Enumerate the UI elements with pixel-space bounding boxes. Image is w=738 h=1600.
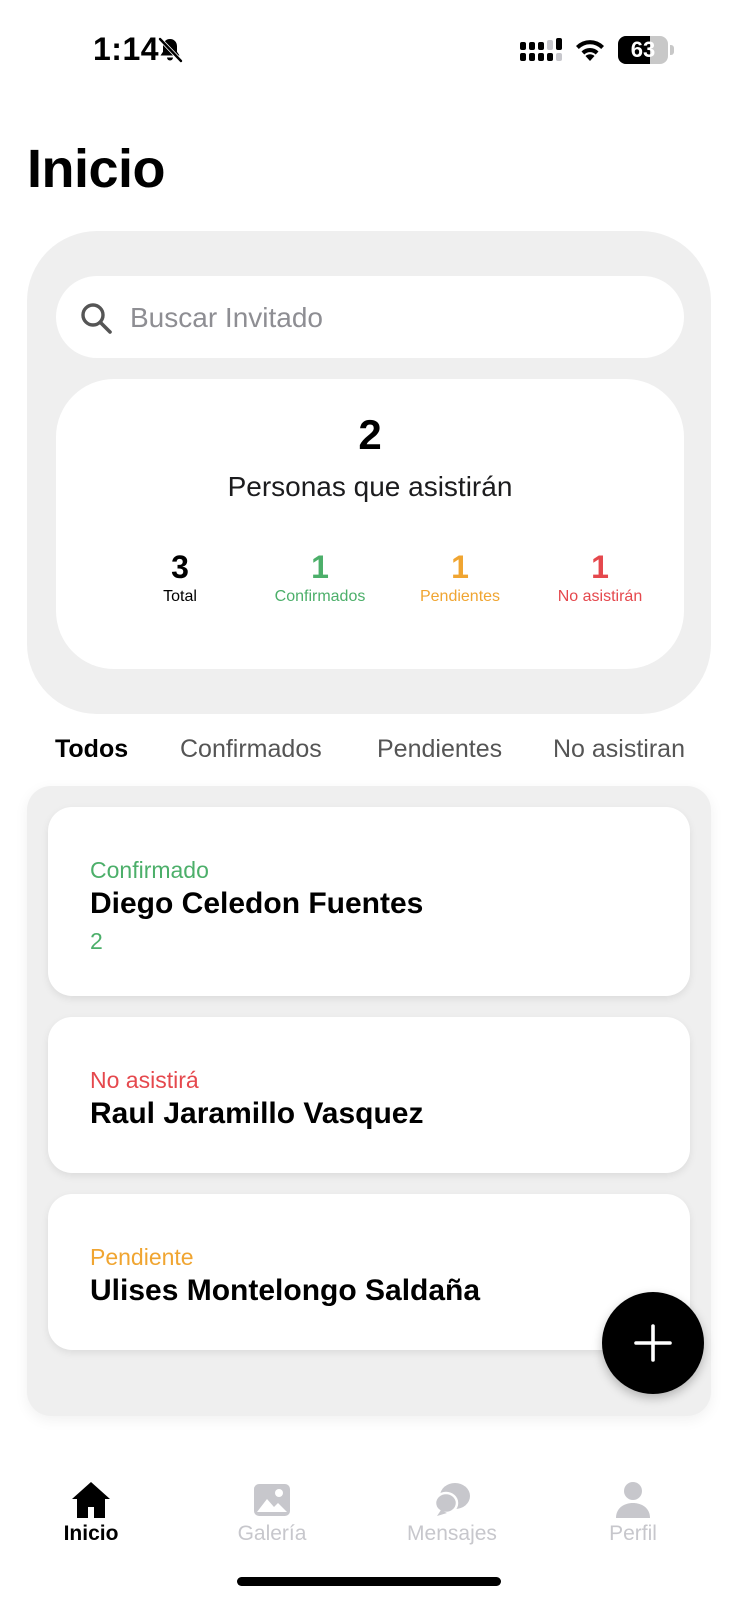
guest-card[interactable]: Confirmado Diego Celedon Fuentes 2 (48, 807, 690, 996)
stat-label: Confirmados (274, 588, 366, 605)
stat-pending: 1 Pendientes (390, 549, 530, 609)
stat-label: No asistirán (557, 588, 643, 605)
stat-confirmed: 1 Confirmados (250, 549, 390, 609)
guest-card[interactable]: No asistirá Raul Jaramillo Vasquez (48, 1017, 690, 1173)
status-time: 1:14 (93, 31, 160, 67)
stat-declined: 1 No asistirán (530, 549, 670, 609)
bell-slash-icon (158, 37, 183, 63)
tab-pendientes[interactable]: Pendientes (377, 735, 502, 764)
home-icon (72, 1482, 110, 1518)
bottom-nav: Inicio Galería Mensajes Perfil (0, 1470, 738, 1560)
guest-name: Raul Jaramillo Vasquez (90, 1097, 424, 1130)
guest-name: Ulises Montelongo Saldaña (90, 1274, 481, 1307)
gallery-icon (254, 1484, 290, 1516)
guest-status: No asistirá (90, 1067, 199, 1093)
guest-status: Confirmado (90, 857, 209, 883)
search-input[interactable] (128, 276, 672, 360)
nav-label: Galería (237, 1522, 307, 1545)
battery-indicator: 63 (618, 36, 674, 64)
plus-icon (634, 1324, 672, 1362)
stat-value: 1 (591, 549, 609, 585)
stat-value: 3 (171, 549, 189, 585)
nav-item-galeria[interactable]: Galería (197, 1470, 347, 1560)
home-indicator (237, 1577, 501, 1586)
summary-panel: 2 Personas que asistirán 3 Total 1 Confi… (27, 231, 711, 714)
tab-todos[interactable]: Todos (55, 735, 128, 764)
tab-confirmados[interactable]: Confirmados (180, 735, 322, 764)
stat-total: 3 Total (110, 549, 250, 609)
search-icon (81, 303, 112, 334)
guest-name: Diego Celedon Fuentes (90, 887, 424, 920)
stat-label: Total (163, 588, 197, 605)
nav-item-perfil[interactable]: Perfil (558, 1470, 708, 1560)
search-box[interactable] (56, 276, 684, 360)
attending-count: 2 (358, 411, 382, 458)
attending-label: Personas que asistirán (227, 471, 513, 502)
stat-value: 1 (451, 549, 469, 585)
nav-label: Mensajes (407, 1522, 497, 1545)
tab-no-asistiran[interactable]: No asistiran (553, 735, 685, 764)
stat-label: Pendientes (419, 588, 501, 605)
add-guest-button[interactable] (602, 1292, 704, 1394)
stat-value: 1 (311, 549, 329, 585)
stats-card: 2 Personas que asistirán 3 Total 1 Confi… (56, 379, 684, 669)
nav-label: Inicio (63, 1522, 119, 1545)
cellular-signal-icon (520, 38, 562, 61)
nav-item-inicio[interactable]: Inicio (16, 1470, 166, 1560)
guest-status: Pendiente (90, 1244, 194, 1270)
battery-level: 63 (630, 37, 656, 62)
nav-label: Perfil (609, 1522, 657, 1545)
profile-icon (616, 1482, 650, 1518)
guest-card[interactable]: Pendiente Ulises Montelongo Saldaña (48, 1194, 690, 1350)
messages-icon (433, 1483, 470, 1516)
guest-companions-count: 2 (90, 928, 103, 954)
nav-item-mensajes[interactable]: Mensajes (377, 1470, 527, 1560)
status-bar: 1:14 63 (0, 0, 738, 100)
page-title: Inicio (27, 139, 166, 199)
wifi-icon (576, 40, 604, 61)
filter-tabs: Todos Confirmados Pendientes No asistira… (0, 735, 738, 779)
